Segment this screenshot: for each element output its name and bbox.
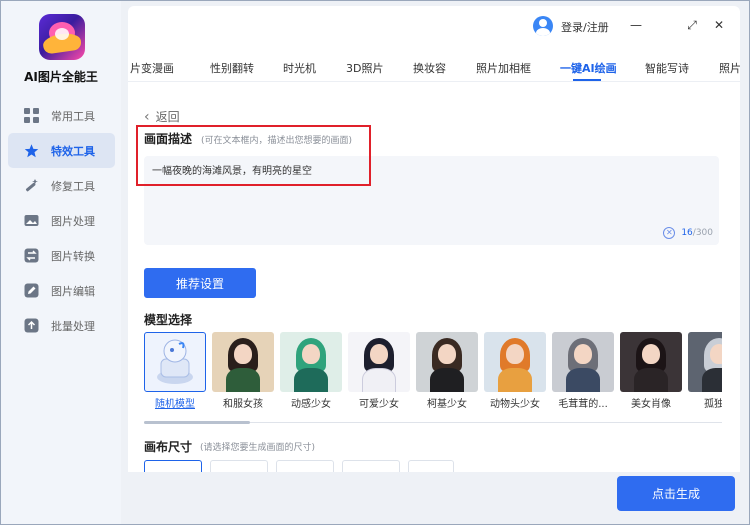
model-lonely-girl[interactable]: 孤独少 bbox=[688, 332, 722, 410]
model-dynamic-girl[interactable]: 动感少女 bbox=[280, 332, 342, 410]
title-bar: 登录/注册 — ⤢ ✕ bbox=[128, 6, 740, 46]
star-icon bbox=[24, 143, 39, 158]
model-label: 和服女孩 bbox=[223, 399, 263, 410]
close-icon[interactable]: ✕ bbox=[710, 16, 728, 34]
model-thumbnail bbox=[144, 332, 206, 392]
maximize-icon[interactable]: ⤢ bbox=[683, 16, 701, 34]
canvas-option[interactable] bbox=[408, 460, 454, 472]
model-label: 随机模型 bbox=[155, 399, 195, 410]
highlight-box bbox=[136, 125, 371, 186]
sidebar-item-image-convert[interactable]: 图片转换 bbox=[8, 238, 115, 273]
char-max: /300 bbox=[692, 228, 713, 238]
canvas-option[interactable] bbox=[210, 460, 268, 472]
sidebar-nav: 常用工具 特效工具 修复工具 图片处理 图片转换 图片编辑 批量处理 bbox=[8, 98, 115, 343]
tab-poetry[interactable]: 智能写诗 bbox=[645, 60, 689, 76]
model-beauty-portrait[interactable]: 美女肖像 bbox=[620, 332, 682, 410]
model-thumbnail bbox=[280, 332, 342, 392]
clear-icon[interactable]: ✕ bbox=[663, 227, 676, 239]
app-name: AI图片全能王 bbox=[24, 70, 98, 84]
model-label: 动物头少女 bbox=[490, 399, 540, 410]
sidebar-item-image-processing[interactable]: 图片处理 bbox=[8, 203, 115, 238]
canvas-option[interactable] bbox=[276, 460, 334, 472]
model-section-title: 模型选择 bbox=[144, 313, 193, 327]
tab-gender-swap[interactable]: 性别翻转 bbox=[210, 60, 254, 76]
model-thumbnail bbox=[484, 332, 546, 392]
convert-icon bbox=[24, 248, 39, 263]
ai-painting-content: ‹ 返回 画面描述 (可在文本框内，描述出您想要的画面) 一幅夜晚的海滩风景，有… bbox=[128, 92, 726, 472]
sidebar-item-batch[interactable]: 批量处理 bbox=[8, 308, 115, 343]
generate-button[interactable]: 点击生成 bbox=[617, 476, 735, 511]
sidebar-item-effect-tools[interactable]: 特效工具 bbox=[8, 133, 115, 168]
active-tab-indicator bbox=[573, 79, 601, 81]
model-thumbnail bbox=[348, 332, 410, 392]
scrollbar-thumb[interactable] bbox=[144, 421, 250, 424]
model-thumbnail bbox=[688, 332, 722, 392]
model-thumbnail bbox=[552, 332, 614, 392]
main-panel: 登录/注册 — ⤢ ✕ 片变漫画 性别翻转 时光机 3D照片 换妆容 照片加相框… bbox=[128, 6, 740, 519]
tab-ai-painting[interactable]: 一键AI绘画 bbox=[560, 60, 617, 76]
chevron-left-icon: ‹ bbox=[144, 108, 150, 125]
back-label: 返回 bbox=[155, 110, 180, 124]
model-label: 孤独少 bbox=[704, 399, 722, 410]
magic-wand-icon bbox=[24, 178, 39, 193]
recommend-settings-button[interactable]: 推荐设置 bbox=[144, 268, 256, 298]
char-counter: ✕ 16 /300 bbox=[663, 227, 713, 239]
tab-makeup[interactable]: 换妆容 bbox=[413, 60, 446, 76]
grid-icon bbox=[24, 108, 39, 123]
model-scrollbar[interactable] bbox=[144, 421, 722, 424]
canvas-size-options bbox=[144, 460, 454, 472]
minimize-icon[interactable]: — bbox=[627, 16, 645, 34]
model-thumbnail bbox=[620, 332, 682, 392]
tab-photo[interactable]: 照片 bbox=[719, 60, 740, 76]
model-label: 柯基少女 bbox=[427, 399, 467, 410]
canvas-size-hint: (请选择您要生成画面的尺寸) bbox=[200, 443, 316, 453]
sidebar-item-image-edit[interactable]: 图片编辑 bbox=[8, 273, 115, 308]
model-corgi-girl[interactable]: 柯基少女 bbox=[416, 332, 478, 410]
model-list: 随机模型 和服女孩 动感少女 可爱少女 柯基少女 动物头少女 毛茸茸的... 美… bbox=[144, 332, 722, 416]
login-link[interactable]: 登录/注册 bbox=[561, 19, 609, 35]
model-animal-head-girl[interactable]: 动物头少女 bbox=[484, 332, 546, 410]
model-label: 可爱少女 bbox=[359, 399, 399, 410]
tab-3d-photo[interactable]: 3D照片 bbox=[346, 60, 383, 76]
sidebar: AI图片全能王 常用工具 特效工具 修复工具 图片处理 图片转换 图片编辑 批量… bbox=[1, 1, 121, 524]
model-furry[interactable]: 毛茸茸的... bbox=[552, 332, 614, 410]
sidebar-item-common-tools[interactable]: 常用工具 bbox=[8, 98, 115, 133]
footer-bar: 点击生成 bbox=[128, 472, 740, 519]
model-thumbnail bbox=[212, 332, 274, 392]
image-icon bbox=[24, 213, 39, 228]
back-button[interactable]: ‹ 返回 bbox=[144, 108, 180, 125]
feature-tabs: 片变漫画 性别翻转 时光机 3D照片 换妆容 照片加相框 一键AI绘画 智能写诗… bbox=[128, 52, 740, 82]
sidebar-item-label: 批量处理 bbox=[51, 319, 95, 333]
app-logo bbox=[39, 14, 85, 60]
char-count: 16 bbox=[681, 228, 693, 238]
model-kimono-girl[interactable]: 和服女孩 bbox=[212, 332, 274, 410]
model-label: 美女肖像 bbox=[631, 399, 671, 410]
model-label: 动感少女 bbox=[291, 399, 331, 410]
tab-comic[interactable]: 片变漫画 bbox=[130, 60, 174, 76]
canvas-size-title: 画布尺寸 bbox=[144, 440, 193, 454]
sidebar-item-label: 特效工具 bbox=[51, 144, 95, 158]
canvas-option[interactable] bbox=[144, 460, 202, 472]
model-thumbnail bbox=[416, 332, 478, 392]
tab-time-machine[interactable]: 时光机 bbox=[283, 60, 316, 76]
model-cute-girl[interactable]: 可爱少女 bbox=[348, 332, 410, 410]
sidebar-item-repair-tools[interactable]: 修复工具 bbox=[8, 168, 115, 203]
model-label: 毛茸茸的... bbox=[558, 399, 608, 410]
edit-icon bbox=[24, 283, 39, 298]
sidebar-item-label: 常用工具 bbox=[51, 109, 95, 123]
batch-icon bbox=[24, 318, 39, 333]
avatar[interactable] bbox=[533, 16, 553, 36]
sidebar-item-label: 图片转换 bbox=[51, 249, 95, 263]
sidebar-item-label: 修复工具 bbox=[51, 179, 95, 193]
tab-photo-frame[interactable]: 照片加相框 bbox=[476, 60, 531, 76]
sidebar-item-label: 图片处理 bbox=[51, 214, 95, 228]
sidebar-item-label: 图片编辑 bbox=[51, 284, 95, 298]
canvas-option[interactable] bbox=[342, 460, 400, 472]
model-random[interactable]: 随机模型 bbox=[144, 332, 206, 410]
